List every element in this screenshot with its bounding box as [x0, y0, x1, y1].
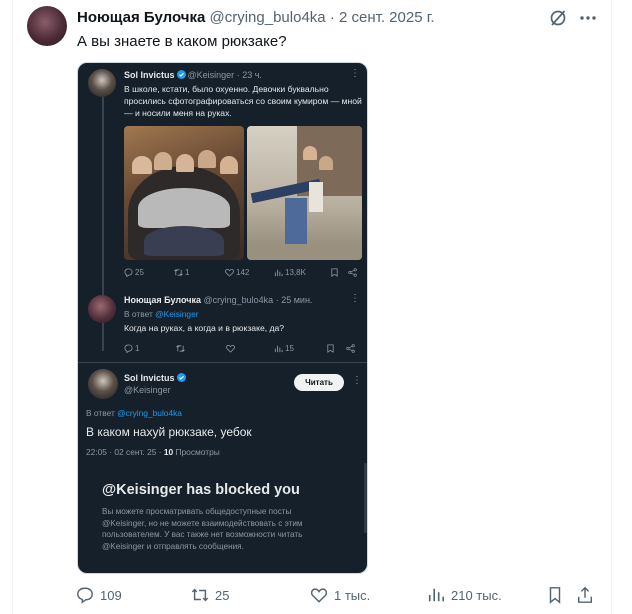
author-name: Ноющая Булочка: [124, 295, 201, 305]
tweet-time: · 23 ч.: [236, 70, 262, 80]
tweet1-actions: 25 1 142 13,8K: [78, 268, 367, 280]
views: 15: [274, 344, 294, 353]
post-date[interactable]: 2 сент. 2025 г.: [339, 9, 435, 26]
author-handle: @crying_bulo4ka: [203, 295, 274, 305]
bookmark-icon: [327, 344, 334, 353]
heart-icon: [225, 268, 234, 277]
avatar[interactable]: [27, 6, 67, 46]
like-button: 142: [225, 268, 249, 277]
share-button: [346, 344, 355, 353]
verified-icon: [176, 70, 186, 79]
divider: [78, 362, 367, 363]
bookmark-button: [330, 268, 339, 277]
tweet2-actions: 1 15: [78, 344, 367, 356]
grok-icon[interactable]: [548, 8, 568, 28]
reply-button: 25: [124, 268, 144, 277]
reply-icon: [124, 344, 133, 353]
blocked-title: @Keisinger has blocked you: [102, 482, 300, 498]
reply-context: В ответ @crying_bulo4ka: [86, 408, 182, 418]
bookmark-button[interactable]: [546, 586, 564, 604]
reply-count: 1: [135, 344, 140, 353]
action-bar: 109 25 1 тыс. 210 тыс.: [0, 586, 632, 608]
share-icon: [346, 344, 355, 353]
author-name: Sol Invictus: [124, 70, 175, 80]
author-handle: @Keisinger: [124, 385, 171, 395]
like-button[interactable]: 1 тыс.: [310, 586, 370, 604]
tweet3-author-name: Sol Invictus: [124, 373, 188, 383]
reply-link: @crying_bulo4ka: [117, 408, 182, 418]
views-icon: [428, 588, 445, 602]
reply-prefix: В ответ: [86, 408, 115, 418]
like-count: 142: [236, 268, 250, 277]
share-button[interactable]: [576, 586, 594, 604]
views-button[interactable]: 210 тыс.: [427, 586, 502, 604]
heart-icon: [226, 344, 235, 353]
views: 13,8K: [274, 268, 306, 277]
tweet1-header: Sol Invictus @Keisinger · 23 ч.: [124, 70, 262, 80]
reply-context: В ответ @Keisinger: [124, 309, 199, 319]
reply-button: 1: [124, 344, 139, 353]
repost-button[interactable]: 25: [191, 586, 229, 604]
reply-icon: [124, 268, 133, 277]
avatar: [88, 295, 116, 323]
separator: ·: [329, 9, 335, 26]
like-count: 1 тыс.: [334, 587, 371, 603]
author-name: Sol Invictus: [124, 373, 175, 383]
avatar: [88, 369, 118, 399]
like-button: [226, 344, 235, 353]
timestamp: 22:05 · 02 сент. 25 · 10 Просмотры: [86, 447, 220, 457]
tweet2-text: Когда на руках, а когда и в рюкзаке, да?: [124, 323, 285, 333]
repost-icon: [191, 588, 209, 602]
reply-count: 25: [135, 268, 144, 277]
scrollbar: [364, 463, 367, 533]
read-button: Читать: [294, 374, 344, 391]
views-label: Просмотры: [175, 447, 220, 457]
bookmark-icon: [331, 268, 338, 277]
blocked-description: Вы можете просматривать общедоступные по…: [102, 507, 303, 551]
reply-link: @Keisinger: [155, 309, 199, 319]
repost-button: 1: [174, 268, 189, 277]
post-text: А вы знаете в каком рюкзаке?: [77, 33, 287, 50]
share-icon: [348, 268, 357, 277]
repost-button: [176, 344, 185, 353]
repost-count: 1: [185, 268, 190, 277]
views-icon: [274, 345, 283, 353]
post-header: Ноющая Булочка @crying_bulo4ka · 2 сент.…: [77, 9, 435, 26]
avatar: [88, 69, 116, 97]
author-name[interactable]: Ноющая Булочка: [77, 9, 205, 26]
more-icon: ⋮: [350, 68, 360, 79]
view-count: 13,8K: [285, 268, 306, 277]
photo-hall: [247, 126, 362, 260]
reply-icon: [77, 587, 93, 604]
author-handle: @Keisinger: [187, 70, 235, 80]
repost-icon: [174, 269, 183, 276]
reply-count: 109: [100, 587, 122, 603]
share-button: [348, 268, 357, 277]
heart-icon: [310, 588, 328, 603]
tweet2-header: Ноющая Булочка @crying_bulo4ka · 25 мин.: [124, 295, 312, 305]
photo-class: [124, 126, 244, 260]
verified-icon: [176, 373, 186, 382]
bookmark-icon: [549, 587, 561, 604]
author-handle[interactable]: @crying_bulo4ka: [210, 9, 326, 26]
view-count: 210 тыс.: [451, 587, 502, 603]
bookmark-button: [326, 344, 335, 353]
tweet1-text: В школе, кстати, было охуенно. Девочки б…: [124, 84, 362, 118]
tweet-time: · 25 мин.: [275, 295, 313, 305]
more-icon: ⋮: [352, 375, 362, 386]
reply-button[interactable]: 109: [76, 586, 122, 604]
repost-count: 25: [215, 587, 230, 603]
views-count: 10: [163, 447, 174, 457]
share-icon: [577, 586, 593, 603]
repost-icon: [176, 345, 185, 352]
time-date: 22:05 · 02 сент. 25 ·: [86, 447, 162, 457]
more-icon: ⋮: [350, 293, 360, 304]
views-icon: [274, 269, 283, 277]
more-icon[interactable]: [578, 8, 598, 28]
tweet3-text: В каком нахуй рюкзаке, уебок: [86, 425, 252, 439]
view-count: 15: [285, 344, 294, 353]
embedded-screenshot[interactable]: Sol Invictus @Keisinger · 23 ч. ⋮ В школе…: [77, 62, 368, 574]
reply-prefix: В ответ: [124, 309, 153, 319]
